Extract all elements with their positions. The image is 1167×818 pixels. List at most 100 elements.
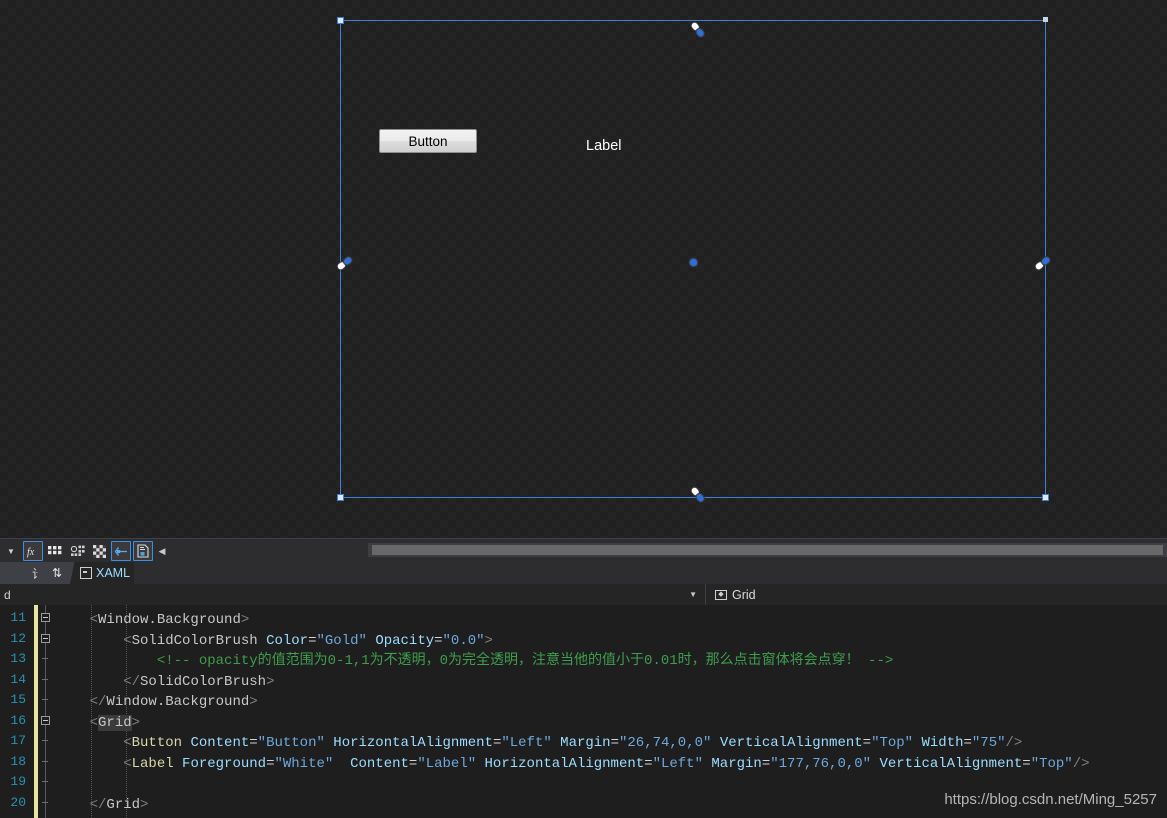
xaml-code-editor[interactable]: 11 12 13 14 15 16 17 18 19 20 <Window.Background>…: [0, 605, 1167, 818]
editor-breadcrumb-bar: d ▼ ◆ Grid: [0, 584, 1167, 606]
code-token: >: [266, 673, 275, 690]
code-token: =: [1022, 755, 1031, 772]
code-token: Grid: [98, 714, 132, 731]
resize-handle-top-right[interactable]: [1043, 17, 1048, 22]
code-token: SolidColorBrush: [140, 673, 267, 690]
snap-to-snaplines-button[interactable]: [133, 541, 153, 561]
designer-horizontal-scrollbar-thumb[interactable]: [372, 545, 1163, 555]
code-token: <: [89, 612, 99, 628]
outlining-tick: [42, 760, 48, 762]
code-token: Foreground: [182, 755, 267, 772]
design-label-control[interactable]: Label: [586, 138, 621, 154]
resize-handle-top-left[interactable]: [337, 17, 344, 24]
code-token: SolidColorBrush: [131, 632, 258, 649]
transparency-button[interactable]: [89, 541, 109, 561]
code-token: >: [240, 612, 250, 628]
breadcrumb-right-value: Grid: [732, 587, 756, 602]
code-token: =: [434, 632, 443, 649]
artboard-handles-button[interactable]: [111, 541, 131, 561]
code-line[interactable]: </Grid>: [56, 795, 149, 816]
grid-button[interactable]: [45, 541, 65, 561]
code-token: VerticalAlignment: [719, 735, 863, 751]
code-token: >: [140, 796, 149, 813]
code-token: >: [484, 632, 493, 649]
outlining-collapse-box[interactable]: [41, 633, 50, 643]
code-token: "Button": [257, 735, 325, 751]
code-token: >: [131, 714, 141, 731]
outlining-collapse-box[interactable]: [41, 715, 50, 725]
effects-fx-button[interactable]: fx: [23, 541, 43, 561]
editor-code-text[interactable]: <Window.Background> <SolidColorBrush Col…: [56, 605, 1167, 818]
design-surface[interactable]: Button Label: [0, 0, 1167, 538]
code-token: "White": [274, 755, 334, 772]
code-line[interactable]: <Window.Background>: [56, 610, 250, 631]
code-token: VerticalAlignment: [879, 755, 1023, 772]
tab-xaml-label: XAML: [96, 566, 131, 580]
line-number: 12: [10, 630, 26, 646]
resize-handle-bottom-right[interactable]: [1042, 494, 1049, 501]
code-line[interactable]: </Window.Background>: [56, 692, 258, 713]
line-number: 17: [10, 733, 26, 748]
breadcrumb-element-selector[interactable]: ◆ Grid: [706, 584, 756, 605]
code-token: "Top": [871, 735, 914, 751]
code-token: =: [644, 755, 653, 772]
code-token: "Left": [652, 755, 703, 772]
code-token: Button: [131, 735, 183, 751]
code-line[interactable]: <SolidColorBrush Color="Gold" Opacity="0…: [56, 631, 493, 652]
code-token: "Left": [501, 735, 552, 751]
code-token: Content: [190, 735, 250, 751]
chain-link-icon-left[interactable]: [334, 252, 356, 274]
outlining-tick: [42, 678, 48, 680]
code-token: Content: [350, 755, 409, 772]
code-token: </: [123, 673, 141, 690]
center-anchor-dot[interactable]: [690, 259, 697, 266]
code-token: "26,74,0,0": [619, 735, 712, 751]
code-token: Color: [266, 632, 309, 649]
code-element-icon: ◆: [715, 589, 727, 600]
code-token: Window.Background: [106, 694, 250, 710]
watermark: https://blog.csdn.net/Ming_5257: [944, 791, 1157, 808]
code-token: Label: [131, 755, 174, 772]
code-token: Grid: [106, 796, 141, 813]
code-line[interactable]: <Grid>: [56, 713, 140, 734]
breadcrumb-left-value: d: [4, 587, 11, 602]
line-number: 14: [10, 671, 26, 687]
code-token: Margin: [560, 735, 611, 751]
chain-link-icon-top[interactable]: [687, 19, 709, 41]
editor-outlining-column[interactable]: [40, 605, 52, 818]
outlining-tick: [42, 801, 48, 803]
code-line[interactable]: </SolidColorBrush>: [56, 672, 274, 693]
code-line[interactable]: <Label Foreground = "White" Content = "Label…: [56, 754, 1089, 775]
code-token: "177,76,0,0": [770, 755, 872, 772]
line-number: 19: [10, 774, 26, 789]
chevron-down-icon[interactable]: ▼: [689, 590, 697, 599]
chain-link-icon-right[interactable]: [1032, 252, 1054, 274]
design-button-control[interactable]: Button: [379, 129, 477, 153]
code-line[interactable]: <Button Content="Button" HorizontalAlign…: [56, 733, 1022, 754]
tab-xaml[interactable]: XAML: [70, 562, 134, 584]
breadcrumb-member-dropdown[interactable]: d ▼: [0, 584, 706, 605]
snap-to-grid-button[interactable]: [67, 541, 87, 561]
code-line[interactable]: <!-- opacity的值范围为0-1,1为不透明，0为完全透明，注意当他的值…: [56, 651, 893, 672]
code-token: =: [610, 735, 619, 751]
code-token: <: [123, 735, 132, 751]
code-token: "Top": [1030, 755, 1073, 772]
outlining-tick: [42, 740, 48, 741]
code-token: =: [963, 735, 972, 751]
designer-horizontal-scrollbar-track[interactable]: [368, 543, 1167, 557]
resize-handle-bottom-left[interactable]: [337, 494, 344, 501]
chevron-down-icon[interactable]: ▼: [0, 540, 22, 562]
collapse-toolbar-button[interactable]: ◀: [154, 541, 170, 561]
code-token: />: [1005, 735, 1023, 751]
designer-tab-bar: 计 ⇅ XAML: [0, 562, 1167, 584]
outlining-collapse-box[interactable]: [41, 613, 50, 622]
chain-link-icon-bottom[interactable]: [687, 484, 709, 506]
visual-studio-xaml-designer: Button Label ▼ fx ◀ ⇅ XAML d ▼ ◆ Grid 11…: [0, 0, 1167, 818]
